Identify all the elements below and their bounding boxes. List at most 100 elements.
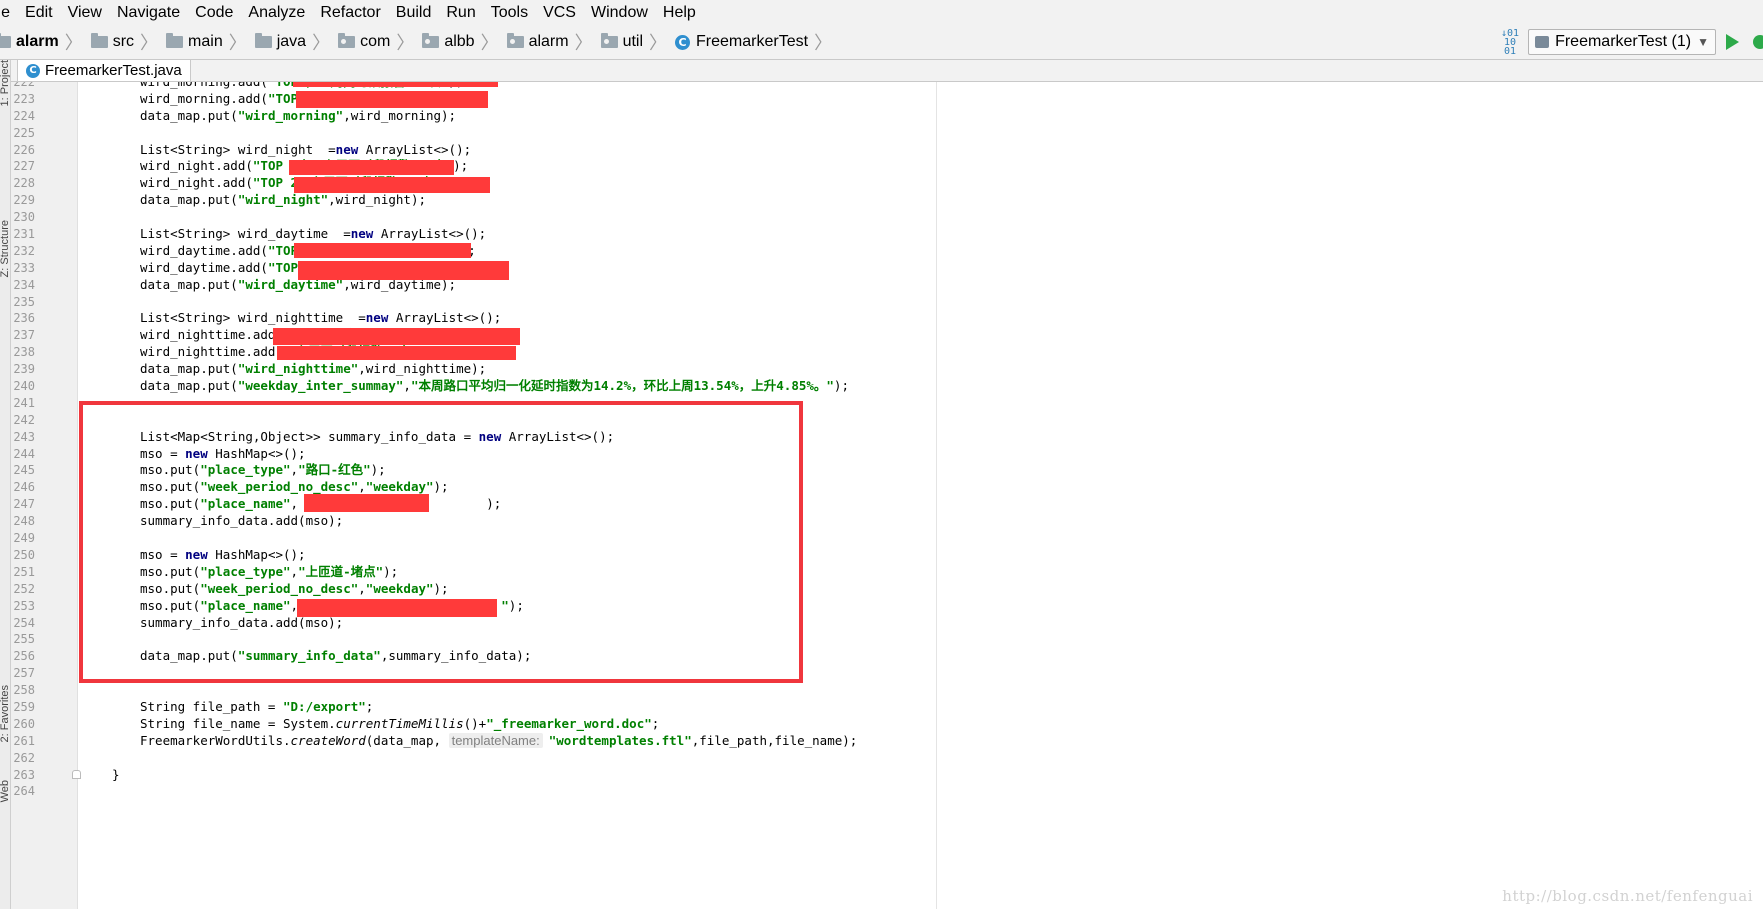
breadcrumb-item-java[interactable]: java 〉 — [254, 29, 338, 55]
redaction-mark — [293, 82, 498, 87]
code-editor[interactable]: 222wird_morning.add("TOP ，上周同时段报警364次");… — [11, 82, 1763, 909]
line-number: 259 — [13, 699, 35, 714]
menu-item-run[interactable]: Run — [438, 4, 482, 22]
line-number: 228 — [13, 176, 35, 191]
breadcrumb-item-com[interactable]: com 〉 — [338, 29, 422, 55]
navigation-bar: alarm 〉 src 〉 main 〉 java 〉 com 〉 albb 〉 alarm 〉 util 〉… — [0, 25, 1763, 60]
breadcrumb-label: src — [112, 33, 135, 50]
sort-icon[interactable]: ↓01 10 01 — [1501, 28, 1519, 56]
line-number: 226 — [13, 142, 35, 157]
code-token: wird_morning.add( — [140, 90, 268, 106]
tool-window-web[interactable]: Web — [0, 780, 10, 802]
menu-item-build[interactable]: Build — [388, 4, 439, 22]
code-token: ,file_path,file_name); — [691, 732, 858, 748]
right-margin-guide — [936, 82, 937, 909]
code-text: data_map.put("wird_morning",wird_morning… — [140, 108, 456, 125]
line-number: 254 — [13, 615, 35, 630]
breadcrumb-label: java — [276, 33, 307, 50]
breadcrumb-label: alarm — [528, 33, 569, 50]
code-token: "TOP 2 — [252, 175, 299, 191]
breadcrumb-item-util[interactable]: util 〉 — [600, 29, 675, 55]
parameter-hint: templateName: — [448, 732, 543, 748]
tab-freemarkertest-java[interactable]: C FreemarkerTest.java — [17, 60, 191, 81]
line-number: 256 — [13, 649, 35, 664]
class-icon: C — [26, 63, 40, 78]
code-token: ,wird_nighttime); — [358, 361, 487, 377]
code-token: wird_nighttime.add( — [140, 327, 283, 343]
menu-item-help[interactable]: Help — [655, 4, 703, 22]
package-icon — [422, 33, 440, 48]
breadcrumb-separator-icon: 〉 — [228, 33, 247, 53]
class-icon: C — [675, 34, 691, 50]
run-config-icon — [1535, 36, 1550, 48]
line-number: 245 — [13, 463, 35, 478]
breadcrumb-item-freemarkertest[interactable]: C FreemarkerTest 〉 — [675, 29, 840, 55]
breadcrumb-separator-icon: 〉 — [814, 33, 833, 53]
folder-icon — [166, 33, 184, 48]
code-token: ArrayList<>(); — [388, 310, 502, 326]
run-icon[interactable] — [1726, 34, 1739, 50]
code-text: } — [112, 767, 120, 784]
code-token: } — [112, 766, 120, 782]
breadcrumb-label: util — [622, 33, 644, 50]
code-token: ; — [651, 715, 660, 731]
line-number: 237 — [13, 328, 35, 343]
breadcrumb-item-alarm[interactable]: alarm 〉 — [0, 29, 91, 55]
run-configuration-select[interactable]: FreemarkerTest (1) ▼ — [1528, 29, 1716, 55]
tool-window-structure[interactable]: Z: Structure — [0, 220, 10, 277]
code-token: ArrayList<>(); — [373, 226, 487, 242]
code-token: FreemarkerWordUtils. — [140, 732, 291, 748]
fold-marker-icon[interactable] — [72, 769, 81, 779]
source-folder-icon — [254, 33, 272, 48]
menu-item-edit[interactable]: Edit — [17, 4, 60, 22]
module-folder-icon — [0, 33, 11, 48]
line-number: 253 — [13, 598, 35, 613]
code-token: wird_morning.add( — [140, 82, 268, 89]
breadcrumb-label: main — [188, 33, 223, 50]
code-token: new — [350, 226, 374, 242]
breadcrumb-item-main[interactable]: main 〉 — [166, 29, 255, 55]
line-number: 229 — [13, 193, 35, 208]
code-token: ArrayList<>(); — [358, 141, 472, 157]
code-text: data_map.put("weekday_inter_summay","本周路… — [140, 378, 849, 395]
code-token: wird_daytime.add( — [140, 242, 268, 258]
menu-item-analyze[interactable]: Analyze — [240, 4, 312, 22]
line-number: 263 — [13, 767, 35, 782]
tool-window-favorites[interactable]: 2: Favorites — [0, 685, 10, 742]
menu-item-refactor[interactable]: Refactor — [312, 4, 387, 22]
code-token: new — [335, 141, 359, 157]
redaction-mark — [277, 346, 516, 360]
menu-item-tools[interactable]: Tools — [483, 4, 535, 22]
menu-item-window[interactable]: Window — [583, 4, 655, 22]
breadcrumb-item-alarm[interactable]: alarm 〉 — [506, 29, 601, 55]
code-token: "本周路口平均归一化延时指数为14.2%，环比上周13.54%，上升4.85%。… — [410, 378, 834, 394]
code-token: data_map.put( — [140, 192, 238, 208]
code-token: wird_nighttime.add( — [140, 344, 283, 360]
line-number: 231 — [13, 227, 35, 242]
code-token: data_map.put( — [140, 361, 238, 377]
code-token: wird_night.add( — [140, 175, 253, 191]
debug-icon[interactable] — [1753, 35, 1763, 49]
code-token: ,wird_night); — [328, 192, 426, 208]
menu-item-navigate[interactable]: Navigate — [109, 4, 187, 22]
run-toolbar: ↓01 10 01 FreemarkerTest (1) ▼ — [1501, 25, 1763, 59]
menu-item-vcs[interactable]: VCS — [535, 4, 583, 22]
code-text: List<String> wird_night =new ArrayList<>… — [140, 142, 471, 159]
line-number: 262 — [13, 750, 35, 765]
left-tool-window-strip: 1: Project Z: Structure 2: Favorites Web — [0, 60, 11, 909]
code-text: FreemarkerWordUtils.createWord(data_map,… — [140, 732, 858, 750]
menu-item-ile[interactable]: ile — [0, 4, 17, 22]
tool-window-project[interactable]: 1: Project — [0, 60, 10, 106]
chevron-down-icon: ▼ — [1697, 35, 1709, 49]
code-token: data_map.put( — [140, 276, 238, 292]
menu-item-view[interactable]: View — [60, 4, 109, 22]
line-number: 260 — [13, 716, 35, 731]
editor-tab-bar: C FreemarkerTest.java — [11, 60, 1763, 82]
breadcrumb-item-src[interactable]: src 〉 — [90, 29, 166, 55]
menu-item-code[interactable]: Code — [187, 4, 240, 22]
package-icon — [600, 33, 618, 48]
breadcrumb-item-albb[interactable]: albb 〉 — [422, 29, 506, 55]
code-token: createWord — [290, 732, 366, 748]
redaction-mark — [298, 261, 509, 280]
code-token: "_freemarker_word.doc" — [486, 715, 652, 731]
